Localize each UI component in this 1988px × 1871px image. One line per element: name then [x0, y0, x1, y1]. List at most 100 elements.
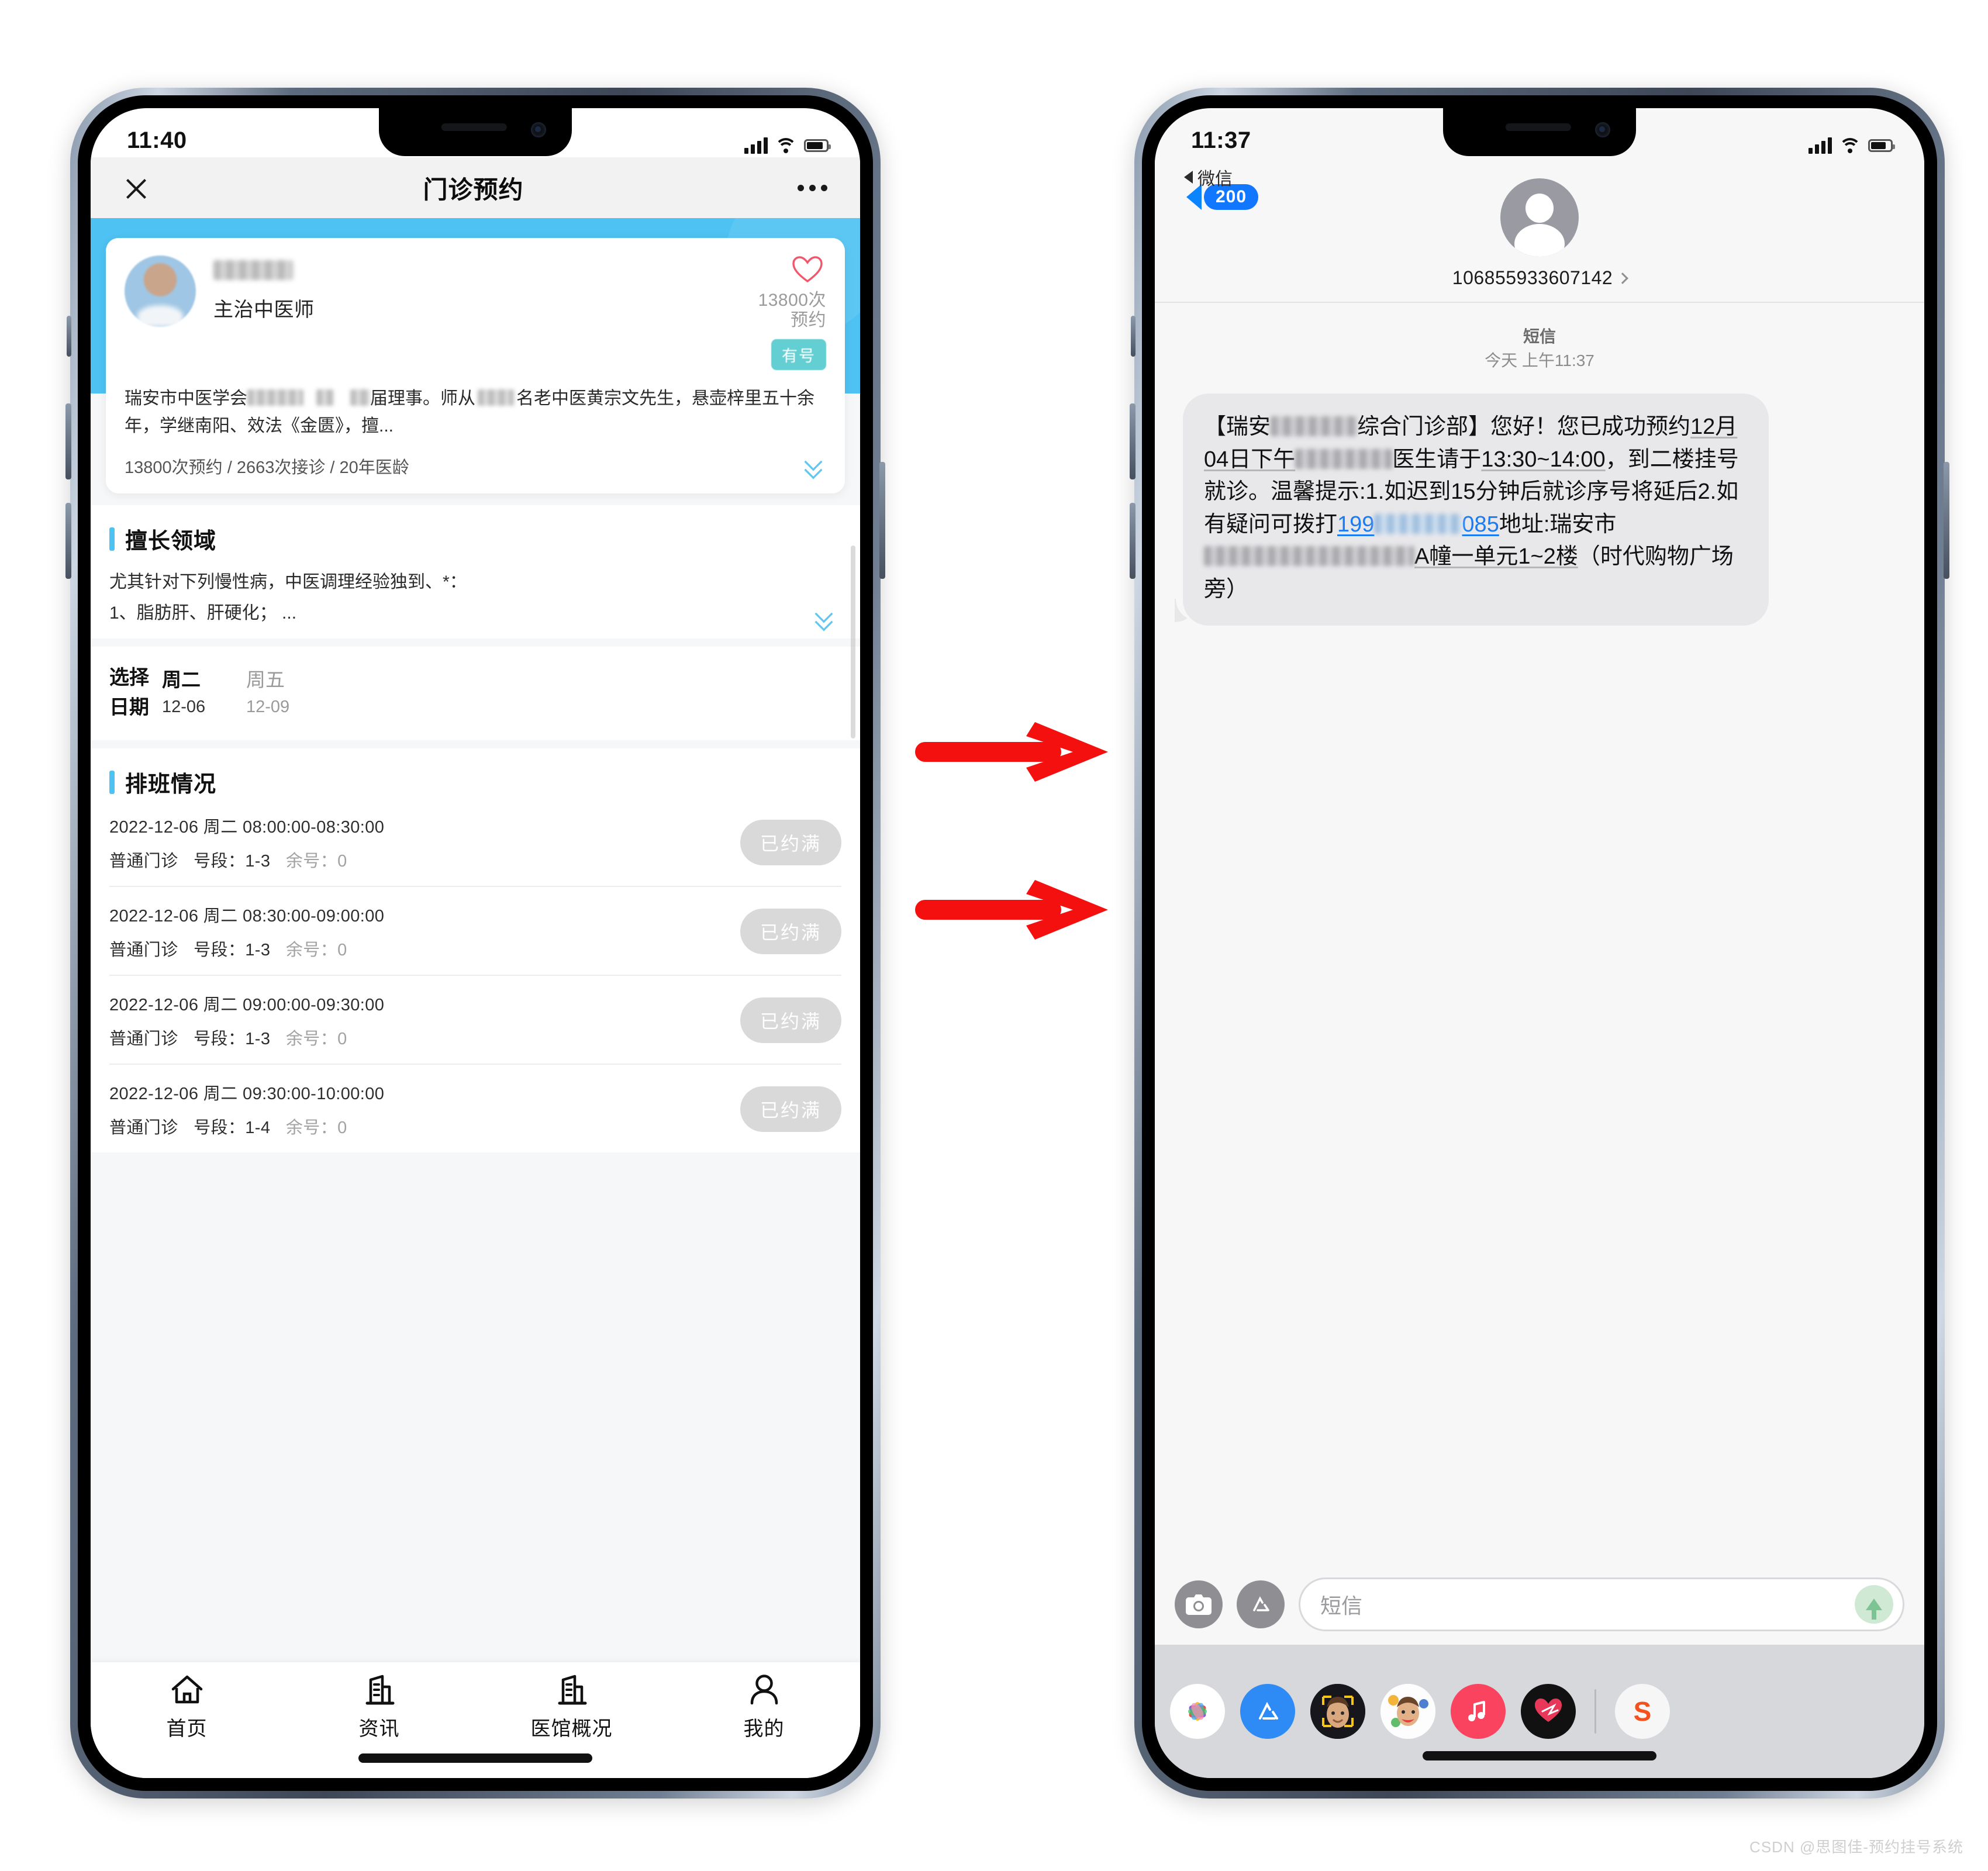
book-button[interactable]: 已约满 [740, 997, 841, 1044]
book-button[interactable]: 已约满 [740, 1086, 841, 1133]
message-bubble[interactable]: 【瑞安 综合门诊部】您好！您已成功预约12月04日下午 医生请于13:30~14:0… [1183, 393, 1769, 626]
mini-program-navbar: 门诊预约 [91, 157, 860, 218]
right-phone-power-button [1944, 462, 1949, 579]
message-meta: 短信 今天 上午11:37 [1155, 325, 1924, 372]
redacted-block [1271, 416, 1358, 437]
tab-clinic-overview[interactable]: 医馆概况 [475, 1674, 668, 1741]
camera-icon[interactable] [1175, 1580, 1223, 1628]
heart-icon[interactable] [792, 256, 823, 282]
expertise-line-1: 尤其针对下列慢性病，中医调理经验独到、*： [109, 572, 467, 592]
msg-seg-1: 【瑞安 [1204, 415, 1271, 440]
doctor-name-redacted [213, 260, 293, 280]
schedule-title: 排班情况 [125, 772, 217, 798]
music-app-icon[interactable] [1451, 1684, 1506, 1739]
left-phone-frame: 11:40 门诊预约 主治中医师 13800次 预约 有号 瑞安市中医学会 届理… [65, 88, 885, 1798]
app-store-icon[interactable] [1237, 1580, 1285, 1628]
home-icon [170, 1674, 204, 1706]
watermark: CSDN @思图佳-预约挂号系统 [1749, 1838, 1963, 1856]
message-input[interactable]: 短信 [1299, 1577, 1904, 1631]
schedule-range: 1-4 [245, 1119, 271, 1138]
right-phone-screen: 11:37 微信 200 106855933607142 短信 今天 上午11:… [1155, 108, 1924, 1778]
back-triangle-icon [1184, 171, 1193, 184]
home-indicator[interactable] [358, 1753, 592, 1763]
section-accent-bar [109, 770, 115, 794]
date-picker: 选择 日期 周二 12-06 周五 12-09 [91, 647, 860, 741]
msg-time[interactable]: 13:30~14:00 [1481, 447, 1605, 472]
memoji-2-app-icon[interactable] [1380, 1684, 1435, 1739]
right-phone-volume-up [1130, 403, 1135, 479]
schedule-detail: 普通门诊 号段：1-3 余号：0 [109, 936, 384, 961]
schedule-clinic: 普通门诊 [109, 1030, 178, 1049]
phone-link-start[interactable]: 199 [1337, 512, 1374, 537]
status-indicators [744, 137, 831, 154]
status-badge: 有号 [771, 339, 826, 371]
expertise-section: 擅长领域 尤其针对下列慢性病，中医调理经验独到、*： 1、脂肪肝、肝硬化； ..… [91, 505, 860, 639]
tab-mine[interactable]: 我的 [668, 1674, 860, 1741]
schedule-detail: 普通门诊 号段：1-3 余号：0 [109, 1025, 384, 1050]
doctor-card-top: 主治中医师 13800次 预约 有号 [125, 256, 826, 371]
tab-label: 医馆概况 [530, 1718, 613, 1740]
tab-news[interactable]: 资讯 [283, 1674, 475, 1741]
table-row[interactable]: 2022-12-06 周二 09:00:00-09:30:00 普通门诊 号段：… [109, 976, 841, 1065]
back-to-app-link[interactable]: 微信 [1184, 164, 1233, 190]
right-phone-silent-switch [1131, 316, 1135, 357]
send-arrow-icon[interactable] [1855, 1585, 1893, 1624]
chevron-double-down-icon[interactable] [810, 608, 837, 628]
schedule-range-label: 号段： [194, 1030, 246, 1049]
msg-unit[interactable]: 一单元1~2楼 [1451, 544, 1578, 569]
expertise-line-2: 1、脂肪肝、肝硬化； ... [109, 603, 297, 623]
expertise-title: 擅长领域 [125, 529, 217, 554]
tab-home[interactable]: 首页 [91, 1674, 283, 1741]
photos-app-icon[interactable] [1170, 1684, 1225, 1739]
date-option-weekday: 周二 [162, 669, 201, 691]
msg-seg-3: 医生请于 [1392, 447, 1482, 472]
table-row[interactable]: 2022-12-06 周二 09:30:00-10:00:00 普通门诊 号段：… [109, 1065, 841, 1152]
left-phone-bezel: 11:40 门诊预约 主治中医师 13800次 预约 有号 瑞安市中医学会 届理… [78, 95, 873, 1791]
doctor-card[interactable]: 主治中医师 13800次 预约 有号 瑞安市中医学会 届理事。师从 名老中医黄宗… [106, 238, 845, 494]
tab-label: 资讯 [358, 1718, 400, 1740]
booking-count-label: 预约 [791, 310, 826, 330]
schedule-left-label: 余号： [285, 852, 338, 871]
cellular-signal-icon [744, 137, 768, 154]
status-indicators [1808, 137, 1895, 154]
schedule-clinic: 普通门诊 [109, 852, 178, 871]
battery-icon [804, 139, 831, 152]
scrollbar[interactable] [851, 546, 855, 738]
close-icon[interactable] [123, 175, 149, 201]
conversation-header: 200 106855933607142 [1155, 157, 1924, 302]
redacted-block [316, 389, 334, 406]
sogou-app-icon[interactable]: S [1615, 1684, 1670, 1739]
phone-link-end[interactable]: 085 [1462, 512, 1499, 537]
doctor-title: 主治中医师 [213, 299, 315, 321]
right-phone-frame: 11:37 微信 200 106855933607142 短信 今天 上午11:… [1130, 88, 1949, 1798]
msg-building[interactable]: A幢 [1414, 544, 1451, 569]
app-store-app-icon[interactable] [1240, 1684, 1295, 1739]
book-button[interactable]: 已约满 [740, 820, 841, 866]
app-tray-divider [1594, 1689, 1596, 1734]
table-row[interactable]: 2022-12-06 周二 08:30:00-09:00:00 普通门诊 号段：… [109, 887, 841, 976]
status-time: 11:37 [1191, 127, 1251, 153]
date-option-0[interactable]: 周二 12-06 [162, 666, 236, 720]
more-dots-icon[interactable] [797, 184, 827, 191]
right-status-bar: 11:37 [1155, 108, 1924, 157]
wifi-icon [775, 138, 797, 153]
person-icon [747, 1674, 781, 1706]
schedule-clinic: 普通门诊 [109, 1119, 178, 1138]
schedule-row-text: 2022-12-06 周二 08:00:00-08:30:00 普通门诊 号段：… [109, 813, 384, 872]
schedule-left: 0 [337, 1030, 347, 1049]
memoji-app-icon[interactable] [1310, 1684, 1365, 1739]
left-phone-volume-down [65, 503, 71, 579]
home-indicator[interactable] [1423, 1751, 1656, 1760]
digital-touch-app-icon[interactable] [1521, 1684, 1576, 1739]
chevron-double-down-icon[interactable] [799, 456, 826, 476]
left-phone-screen: 11:40 门诊预约 主治中医师 13800次 预约 有号 瑞安市中医学会 届理… [91, 108, 860, 1778]
contact-number[interactable]: 106855933607142 [1155, 267, 1924, 289]
schedule-datetime: 2022-12-06 周二 09:30:00-10:00:00 [109, 1085, 385, 1104]
date-option-1[interactable]: 周五 12-09 [246, 666, 320, 720]
book-button[interactable]: 已约满 [740, 909, 841, 955]
avatar[interactable] [1500, 178, 1579, 257]
cellular-signal-icon [1808, 137, 1832, 154]
table-row[interactable]: 2022-12-06 周二 08:00:00-08:30:00 普通门诊 号段：… [109, 798, 841, 888]
doctor-card-right: 13800次 预约 有号 [703, 256, 826, 371]
schedule-datetime: 2022-12-06 周二 09:00:00-09:30:00 [109, 996, 385, 1015]
